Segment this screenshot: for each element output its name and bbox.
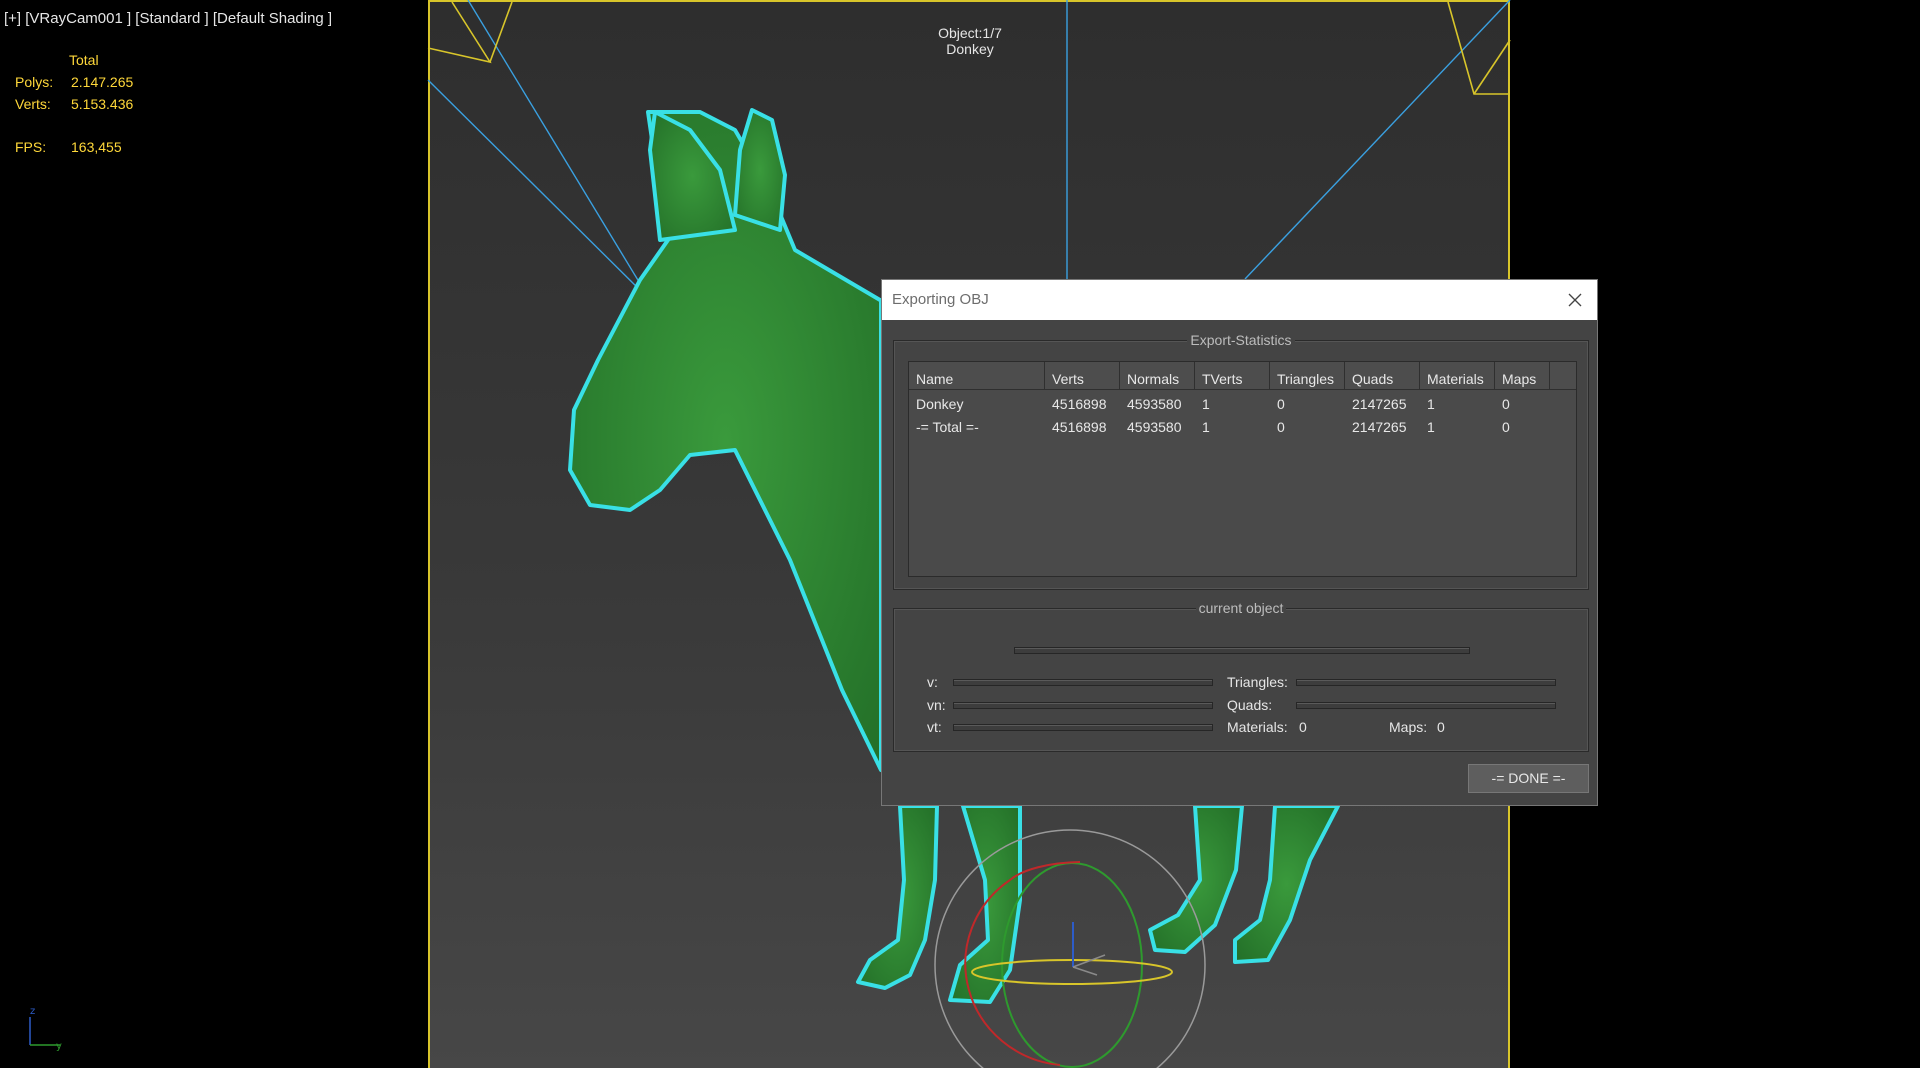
- cell-tverts: 1: [1202, 396, 1210, 412]
- current-object-title: current object: [1195, 600, 1287, 616]
- maps-value: 0: [1437, 719, 1445, 735]
- table-row[interactable]: Donkey 4516898 4593580 1 0 2147265 1 0: [909, 393, 1576, 416]
- materials-value: 0: [1299, 719, 1307, 735]
- cell-normals: 4593580: [1127, 419, 1182, 435]
- column-header-maps[interactable]: Maps: [1495, 362, 1550, 390]
- dialog-title: Exporting OBJ: [892, 291, 989, 308]
- v-label: v:: [927, 674, 938, 690]
- column-header-verts[interactable]: Verts: [1045, 362, 1120, 390]
- viewport-label[interactable]: [+] [VRayCam001 ] [Standard ] [Default S…: [4, 10, 332, 27]
- table-row[interactable]: -= Total =- 4516898 4593580 1 0 2147265 …: [909, 416, 1576, 439]
- overall-progress-bar: [1014, 647, 1470, 654]
- axis-tripod-icon: z y: [29, 1006, 62, 1052]
- column-header-normals[interactable]: Normals: [1120, 362, 1195, 390]
- stats-polys-label: Polys:: [15, 74, 54, 90]
- object-counter: Object:1/7: [938, 25, 1002, 41]
- cell-maps: 0: [1502, 419, 1510, 435]
- cell-triangles: 0: [1277, 419, 1285, 435]
- dialog-titlebar[interactable]: Exporting OBJ: [882, 280, 1597, 320]
- cell-quads: 2147265: [1352, 396, 1407, 412]
- v-progress-bar: [953, 679, 1213, 686]
- stats-verts-label: Verts:: [15, 96, 51, 112]
- column-header-triangles[interactable]: Triangles: [1270, 362, 1345, 390]
- stats-fps-label: FPS:: [15, 139, 47, 155]
- object-name: Donkey: [946, 41, 994, 57]
- stats-verts-value: 5.153.436: [71, 96, 134, 112]
- axis-y-label: y: [56, 1041, 62, 1052]
- column-header-materials[interactable]: Materials: [1420, 362, 1495, 390]
- materials-label: Materials:: [1227, 719, 1288, 735]
- stats-polys-value: 2.147.265: [71, 74, 134, 90]
- cell-tverts: 1: [1202, 419, 1210, 435]
- maps-label: Maps:: [1389, 719, 1428, 735]
- done-button[interactable]: -= DONE =-: [1468, 764, 1589, 793]
- quads-label: Quads:: [1227, 697, 1273, 713]
- stats-header: Total: [69, 52, 99, 68]
- quads-progress-bar: [1296, 702, 1556, 709]
- cell-quads: 2147265: [1352, 419, 1407, 435]
- vn-progress-bar: [953, 702, 1213, 709]
- export-obj-dialog[interactable]: Exporting OBJ Export-Statistics Name Ver…: [881, 279, 1598, 806]
- export-statistics-group: Export-Statistics Name Verts Normals TVe…: [893, 332, 1589, 590]
- column-header-filler: [1550, 362, 1576, 390]
- table-header: Name Verts Normals TVerts Triangles Quad…: [909, 362, 1576, 390]
- column-header-tverts[interactable]: TVerts: [1195, 362, 1270, 390]
- cell-verts: 4516898: [1052, 419, 1107, 435]
- vn-label: vn:: [927, 697, 946, 713]
- triangles-progress-bar: [1296, 679, 1556, 686]
- triangles-label: Triangles:: [1227, 674, 1288, 690]
- column-header-quads[interactable]: Quads: [1345, 362, 1420, 390]
- close-button[interactable]: [1561, 286, 1589, 314]
- cell-triangles: 0: [1277, 396, 1285, 412]
- axis-z-label: z: [30, 1006, 35, 1017]
- object-info: Object:1/7 Donkey: [900, 25, 1040, 57]
- export-statistics-table[interactable]: Name Verts Normals TVerts Triangles Quad…: [908, 361, 1577, 577]
- stats-fps-value: 163,455: [71, 139, 122, 155]
- cell-name: -= Total =-: [916, 419, 979, 435]
- cell-materials: 1: [1427, 396, 1435, 412]
- export-statistics-title: Export-Statistics: [1187, 332, 1295, 348]
- column-header-name[interactable]: Name: [909, 362, 1045, 390]
- vt-progress-bar: [953, 724, 1213, 731]
- current-object-group: current object v: vn: vt: Triangles: Qua…: [893, 600, 1589, 752]
- cell-materials: 1: [1427, 419, 1435, 435]
- close-icon: [1568, 293, 1582, 307]
- vt-label: vt:: [927, 719, 942, 735]
- cell-maps: 0: [1502, 396, 1510, 412]
- cell-normals: 4593580: [1127, 396, 1182, 412]
- cell-verts: 4516898: [1052, 396, 1107, 412]
- cell-name: Donkey: [916, 396, 964, 412]
